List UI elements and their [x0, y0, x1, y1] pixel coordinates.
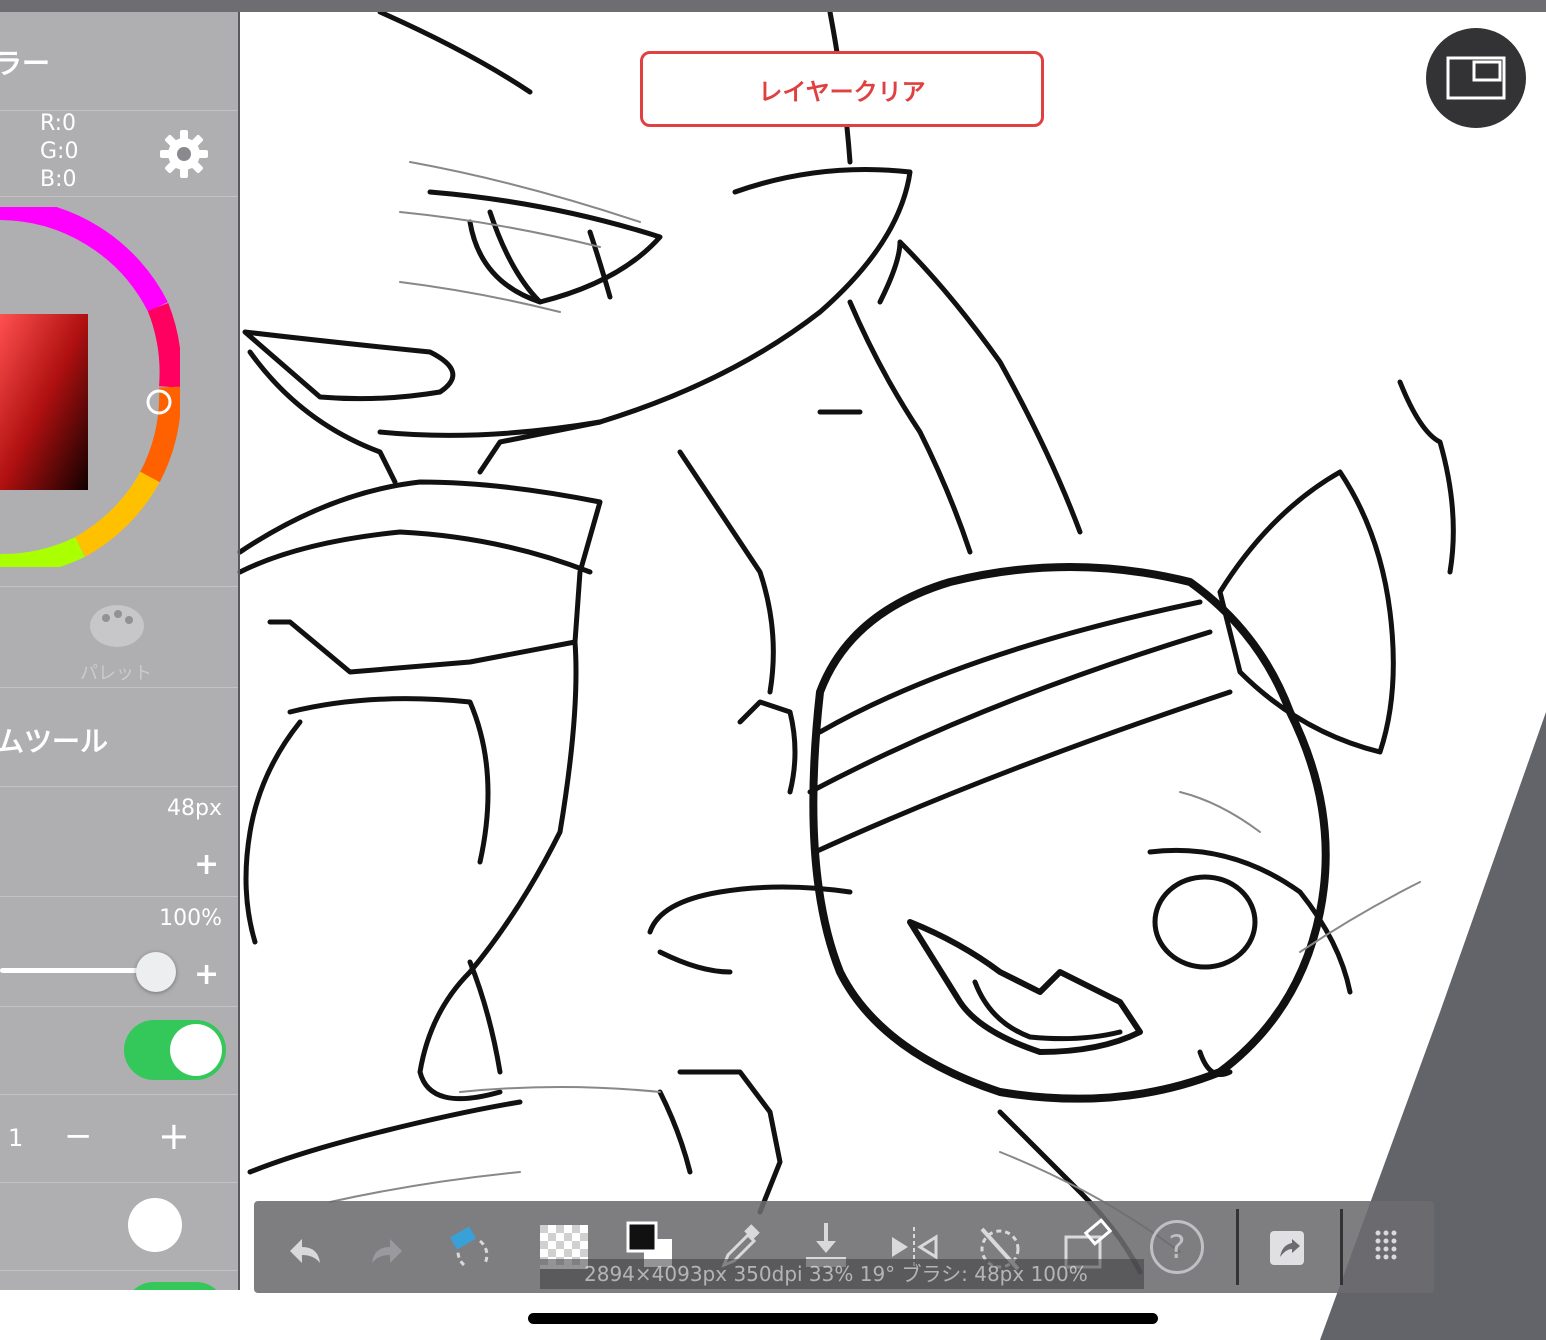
- opacity-slider-knob[interactable]: [136, 952, 176, 992]
- stepper-plus-button[interactable]: +: [158, 1114, 190, 1158]
- bottom-toolbar: ? 2894×4093px 350dpi 33% 19° ブラシ: 48px 1…: [254, 1201, 1434, 1293]
- redo-icon[interactable]: [358, 1217, 418, 1277]
- color-dot-row: [0, 1182, 238, 1271]
- share-icon[interactable]: [1256, 1217, 1316, 1277]
- opacity-plus-button[interactable]: +: [194, 960, 219, 990]
- menu-grid-icon[interactable]: [1356, 1217, 1416, 1277]
- toolbar-divider-2: [1340, 1209, 1343, 1285]
- rgb-readout: R:0 G:0 B:0: [40, 110, 78, 194]
- layer-clear-button[interactable]: レイヤークリア: [640, 51, 1044, 127]
- stepper-value: 1: [8, 1124, 24, 1152]
- opacity-slider-track[interactable]: [0, 968, 150, 973]
- status-bar: [0, 0, 1546, 12]
- panel-title: ラー: [0, 47, 51, 80]
- palette-label: パレット: [80, 663, 152, 684]
- panel-header: ラー: [0, 12, 238, 111]
- palette-icon: [90, 605, 144, 647]
- tool-header-row: ムツール: [0, 686, 238, 787]
- toolbar-divider: [1236, 1209, 1239, 1285]
- tool-title: ムツール: [0, 725, 109, 758]
- rgb-r: R:0: [40, 111, 77, 136]
- fullscreen-toggle-button[interactable]: [1426, 28, 1526, 128]
- eraser-swap-icon[interactable]: [444, 1217, 504, 1277]
- help-button[interactable]: ?: [1150, 1220, 1204, 1274]
- gear-icon[interactable]: [158, 128, 210, 180]
- setting-toggle[interactable]: [124, 1020, 226, 1080]
- opacity-value: 100%: [159, 906, 222, 931]
- toggle-row: [0, 1006, 238, 1095]
- fullscreen-icon: [1446, 56, 1506, 100]
- brush-size-row[interactable]: 48px +: [0, 786, 238, 897]
- brush-size-value: 48px: [167, 796, 222, 821]
- canvas-status-text: 2894×4093px 350dpi 33% 19° ブラシ: 48px 100…: [540, 1259, 1144, 1289]
- rgb-row: R:0 G:0 B:0: [0, 110, 238, 197]
- rgb-b: B:0: [40, 167, 77, 192]
- stepper-minus-button[interactable]: −: [64, 1116, 93, 1156]
- rgb-g: G:0: [40, 139, 79, 164]
- color-panel: ラー R:0 G:0 B:0: [0, 12, 240, 1290]
- undo-icon[interactable]: [274, 1217, 334, 1277]
- color-wheel[interactable]: [0, 207, 180, 567]
- stepper-row: 1 − +: [0, 1094, 238, 1183]
- home-indicator[interactable]: [528, 1313, 1158, 1324]
- color-swatch-white[interactable]: [128, 1198, 182, 1252]
- opacity-row[interactable]: 100% +: [0, 896, 238, 1007]
- palette-row[interactable]: パレット: [0, 586, 238, 688]
- toggle-knob: [170, 1024, 222, 1076]
- brush-size-plus-button[interactable]: +: [194, 850, 219, 880]
- second-toggle[interactable]: [124, 1282, 226, 1290]
